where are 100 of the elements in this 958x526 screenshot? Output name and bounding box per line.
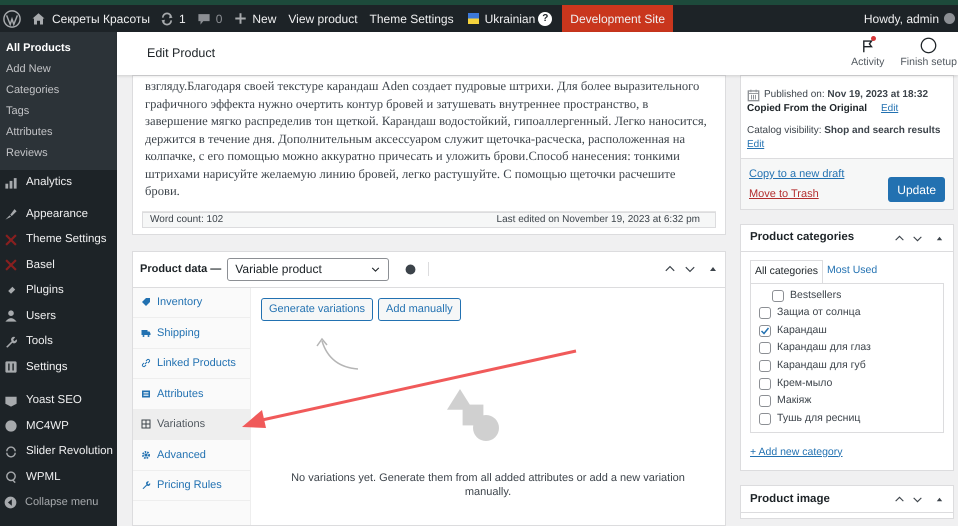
- category-label: Карандаш: [777, 322, 827, 338]
- sidebar-item[interactable]: Slider Revolution: [0, 439, 117, 464]
- development-site-badge[interactable]: Development Site: [562, 5, 674, 32]
- sidebar-item[interactable]: Basel: [0, 252, 117, 278]
- user-icon: [4, 309, 18, 324]
- cross-logo-icon: [4, 232, 18, 247]
- category-label: Макіяж: [777, 393, 812, 408]
- gear-icon: [141, 450, 151, 460]
- calendar-icon: [747, 88, 760, 102]
- paintbrush-icon: [4, 207, 18, 222]
- category-checkbox[interactable]: [759, 360, 771, 372]
- edit-link[interactable]: Edit: [881, 102, 898, 116]
- category-label: Защиа от солнца: [777, 305, 861, 320]
- sidebar-item[interactable]: Plugins: [0, 278, 117, 304]
- published-date-text: Published on: Nov 19, 2023 at 18:32: [764, 88, 928, 102]
- collapse-menu-button[interactable]: Collapse menu: [0, 490, 117, 515]
- sidebar-item[interactable]: Analytics: [0, 170, 117, 196]
- sidebar-item[interactable]: Appearance: [0, 202, 117, 227]
- header-action-button[interactable]: Activity: [851, 36, 884, 71]
- category-label: Bestsellers: [790, 288, 842, 303]
- panel-title: Product data —: [140, 262, 222, 277]
- home-icon: [31, 11, 46, 26]
- category-label: Крем-мыло: [777, 376, 832, 391]
- variation-button[interactable]: Generate variations: [261, 298, 373, 320]
- last-edited-text: Last edited on November 19, 2023 at 6:32 pm: [496, 213, 700, 227]
- category-tab[interactable]: Most Used: [823, 260, 882, 283]
- submenu-item[interactable]: Attributes: [0, 122, 117, 143]
- circle-icon: [920, 37, 938, 54]
- sidebar-item[interactable]: Settings: [0, 354, 117, 380]
- category-label: Карандаш для губ: [777, 358, 866, 374]
- submenu-item[interactable]: Categories: [0, 80, 117, 101]
- cross-logo-icon: [4, 258, 18, 272]
- category-checkbox[interactable]: [759, 378, 771, 390]
- link-icon: [141, 358, 151, 368]
- curved-arrow: [316, 337, 360, 371]
- plus-icon: [234, 12, 248, 25]
- category-tab[interactable]: All categories: [750, 260, 824, 284]
- category-checkbox[interactable]: [759, 342, 771, 354]
- update-button[interactable]: Update: [888, 177, 945, 202]
- category-label: Карандаш для глаз: [777, 340, 871, 356]
- sidebar-item[interactable]: MC4WP: [0, 414, 117, 439]
- admin-bar-link[interactable]: Theme Settings: [370, 10, 454, 28]
- list-icon: [141, 388, 151, 399]
- product-data-tab[interactable]: Variations: [133, 410, 250, 440]
- word-count: Word count: 102: [150, 213, 224, 227]
- refresh-icon: [4, 444, 18, 459]
- bar-chart-icon: [4, 176, 18, 190]
- submenu-item[interactable]: Reviews: [0, 143, 117, 164]
- category-checkbox[interactable]: [759, 412, 771, 425]
- trash-link[interactable]: Move to Trash: [749, 186, 844, 202]
- help-badge[interactable]: ?: [538, 12, 552, 26]
- wordpress-logo-icon: [3, 10, 21, 28]
- page-title: Edit Product: [147, 45, 216, 62]
- admin-bar-link[interactable]: View product: [288, 10, 358, 28]
- product-data-tab[interactable]: Linked Products: [133, 348, 250, 379]
- category-checkbox[interactable]: [759, 395, 771, 408]
- panel-title: Product categories: [750, 230, 856, 246]
- wrench-icon: [4, 334, 18, 349]
- panel-title: Product image: [750, 492, 831, 507]
- variation-button[interactable]: Add manually: [378, 298, 461, 320]
- truck-icon: [141, 328, 151, 338]
- wrench-icon: [141, 480, 151, 490]
- greeting-link[interactable]: Howdy, admin: [864, 10, 939, 28]
- product-data-tab[interactable]: Advanced: [133, 440, 250, 470]
- shapes-drawing: [447, 388, 499, 440]
- product-data-tab[interactable]: Shipping: [133, 318, 250, 348]
- product-data-tab[interactable]: Pricing Rules: [133, 470, 250, 501]
- catalog-visibility-text: Catalog visibility: Shop and search results: [747, 124, 942, 138]
- category-checkbox[interactable]: [759, 324, 771, 337]
- category-checkbox[interactable]: [772, 290, 784, 302]
- copy-draft-link[interactable]: Copy to a new draft: [749, 166, 844, 182]
- new-menu[interactable]: New: [252, 10, 276, 28]
- add-category-link[interactable]: + Add new category: [750, 444, 843, 460]
- ukraine-flag-icon: [466, 13, 481, 24]
- submenu-item[interactable]: Add New: [0, 59, 117, 80]
- empty-state-message: No variations yet. Generate them from all added attributes or add a new variation manually.: [290, 470, 686, 498]
- sidebar-item[interactable]: Yoast SEO: [0, 388, 117, 414]
- copied-from-text: Copied From the Original: [747, 102, 868, 116]
- product-type-select[interactable]: Variable product: [227, 258, 390, 280]
- header-action-button[interactable]: Finish setup: [900, 36, 957, 71]
- sidebar-item[interactable]: Users: [0, 304, 117, 329]
- submenu-item[interactable]: All Products: [0, 38, 117, 59]
- sidebar-item[interactable]: Theme Settings: [0, 227, 117, 252]
- language-switcher[interactable]: Ukrainian: [484, 10, 536, 28]
- submenu-item[interactable]: Tags: [0, 101, 117, 122]
- comment-icon: [196, 12, 211, 26]
- category-label: Тушь для ресниц: [777, 410, 860, 426]
- product-data-tab[interactable]: Inventory: [133, 288, 250, 318]
- site-name-link[interactable]: Секреты Красоты: [52, 10, 150, 28]
- edit-link[interactable]: Edit: [747, 138, 764, 152]
- comments-count[interactable]: 0: [216, 10, 222, 28]
- updates-count[interactable]: 1: [179, 10, 186, 28]
- avatar-icon: [944, 13, 955, 24]
- category-checkbox[interactable]: [759, 307, 771, 320]
- tag-icon: [141, 297, 151, 308]
- grid-icon: [141, 419, 151, 430]
- sidebar-item[interactable]: Tools: [0, 329, 117, 354]
- flag-icon: [860, 38, 875, 54]
- sidebar-item[interactable]: WPML: [0, 464, 117, 490]
- refresh-icon: [160, 12, 174, 26]
